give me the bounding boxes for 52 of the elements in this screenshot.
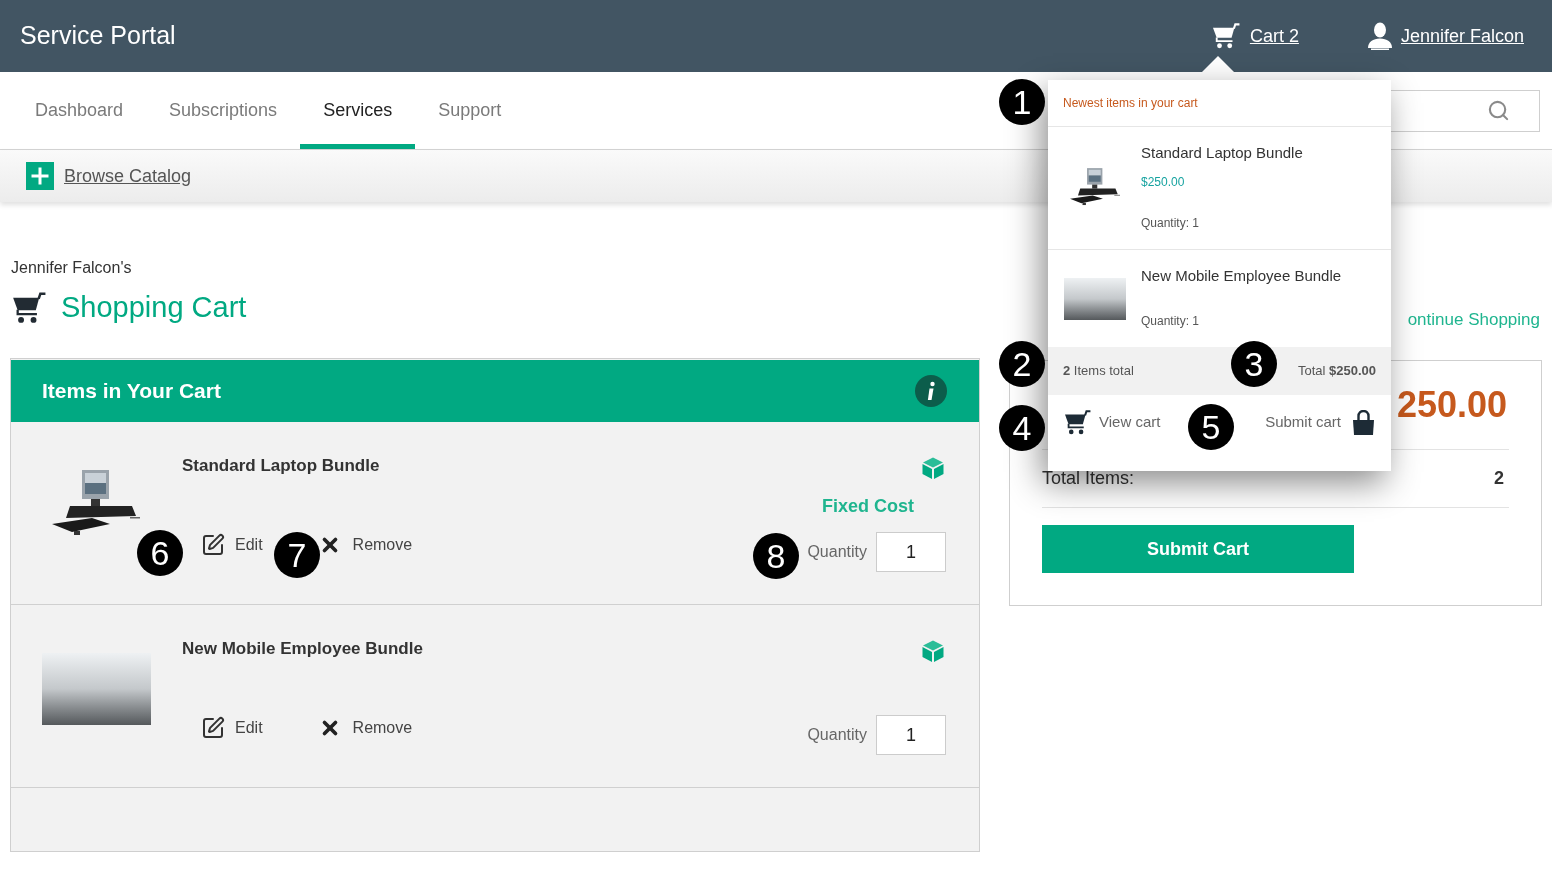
quantity-input[interactable]: 1 xyxy=(876,532,946,572)
total-items-count: 2 xyxy=(1494,467,1504,490)
cost-type-label: Fixed Cost xyxy=(822,495,914,518)
items-total-label: 2 Items total xyxy=(1063,362,1134,381)
dropdown-item-title[interactable]: Standard Laptop Bundle xyxy=(1141,144,1303,162)
user-icon xyxy=(1366,22,1393,50)
remove-button[interactable]: Remove xyxy=(318,533,413,557)
photo-placeholder xyxy=(1063,277,1126,320)
edit-icon xyxy=(201,716,225,740)
search-icon xyxy=(1487,99,1510,122)
cube-icon xyxy=(921,456,945,480)
info-icon[interactable] xyxy=(915,375,947,407)
nav-tab[interactable]: Support xyxy=(415,72,525,149)
view-cart-button[interactable]: View cart xyxy=(1064,410,1161,435)
dropdown-item-price: $250.00 xyxy=(1141,174,1186,191)
dropdown-total-label: Total $250.00 xyxy=(1297,362,1376,381)
dropdown-item-quantity: Quantity: 1 xyxy=(1141,215,1201,232)
cart-link[interactable]: Cart 2 xyxy=(1211,22,1299,50)
cart-icon xyxy=(1211,23,1240,49)
nav-tab[interactable]: Subscriptions xyxy=(146,72,301,149)
dropdown-heading: Newest items in your cart xyxy=(1063,95,1198,112)
total-items-label: Total Items: xyxy=(1042,467,1135,490)
item-title: New Mobile Employee Bundle xyxy=(182,638,423,660)
dropdown-item-quantity: Quantity: 1 xyxy=(1141,313,1201,330)
callout-marker: 4 xyxy=(999,405,1045,451)
cart-owner-label: Jennifer Falcon's xyxy=(11,258,132,278)
cart-icon xyxy=(1064,410,1091,435)
nav-tab[interactable]: Dashboard xyxy=(12,72,147,149)
panel-title: Items in Your Cart xyxy=(42,378,221,405)
remove-button[interactable]: Remove xyxy=(318,716,413,740)
page-title: Shopping Cart xyxy=(61,290,247,326)
plus-icon xyxy=(26,162,54,190)
dropdown-item-title[interactable]: New Mobile Employee Bundle xyxy=(1141,267,1342,285)
cube-icon xyxy=(921,639,945,663)
computer-drawing xyxy=(1069,168,1120,208)
callout-marker: 1 xyxy=(999,79,1045,125)
callout-marker: 2 xyxy=(999,341,1045,387)
submit-cart-link[interactable]: Submit cart xyxy=(1265,410,1375,435)
app-title: Service Portal xyxy=(20,20,176,52)
quantity-label: Quantity xyxy=(807,542,867,562)
edit-icon xyxy=(201,533,225,557)
quantity-input[interactable]: 1 xyxy=(876,715,946,755)
edit-button[interactable]: Edit xyxy=(201,533,263,557)
search-field[interactable] xyxy=(1391,89,1540,132)
item-title: Standard Laptop Bundle xyxy=(182,455,381,477)
user-link[interactable]: Jennifer Falcon xyxy=(1366,22,1524,50)
shopping-bag-icon xyxy=(1352,410,1375,435)
quantity-label: Quantity xyxy=(807,725,867,745)
cart-icon xyxy=(12,292,46,324)
browse-catalog-link[interactable]: Browse Catalog xyxy=(64,162,192,190)
edit-button[interactable]: Edit xyxy=(201,716,263,740)
total-price: 250.00 xyxy=(1396,383,1507,427)
